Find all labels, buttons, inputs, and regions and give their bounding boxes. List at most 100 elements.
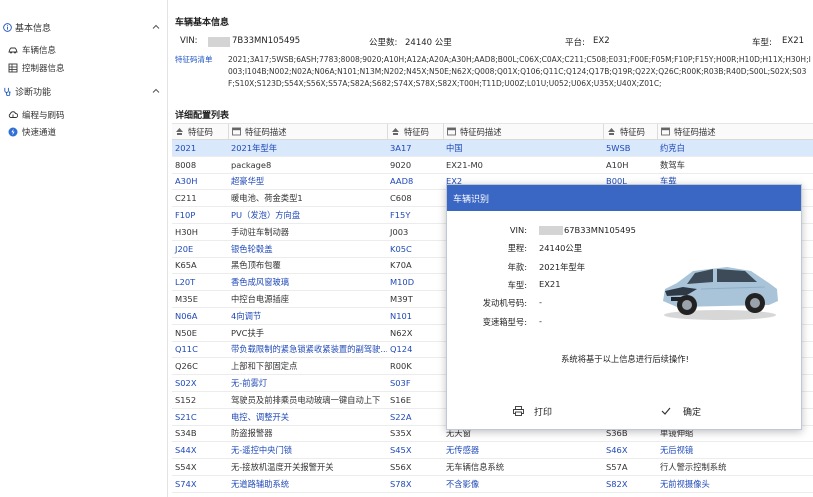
feature-code-cell: N50E (175, 327, 198, 338)
config-table-title: 详细配置列表 (175, 111, 230, 121)
stethoscope-icon (4, 87, 11, 96)
col-header-desc[interactable]: 特征码描述 (657, 124, 813, 139)
dialog-vin-value: 67B33MN105495 (564, 225, 636, 235)
sidebar-section-diagnostics[interactable]: 诊断功能 (0, 82, 168, 100)
feature-desc-cell: EX21-M0 (446, 159, 483, 170)
feature-code-cell: S35X (390, 428, 412, 439)
sidebar-section-label: 基本信息 (15, 23, 52, 34)
table-row[interactable]: S44X 无-遥控中央门锁 S45X 无传感器 S46X 无后视镜 (172, 442, 813, 460)
mileage-value: 24140 公里 (405, 38, 452, 48)
checkmark-icon (661, 407, 671, 415)
feature-desc-cell: 银色轮毂盖 (231, 243, 273, 254)
printer-icon (513, 406, 524, 416)
feature-code-cell: S22A (390, 411, 412, 422)
feature-desc-cell: 香色成风窗玻璃 (231, 277, 290, 288)
feature-desc-cell: 无前视摄像头 (660, 478, 710, 489)
feature-desc-cell: package8 (231, 159, 272, 170)
dialog-year-label: 年款: (507, 262, 527, 272)
vin-value: 7B33MN105495 (232, 36, 301, 46)
dialog-message: 系统将基于以上信息进行后续操作! (561, 354, 689, 364)
feature-desc-cell: 上部和下部固定点 (231, 361, 298, 372)
chevron-up-icon[interactable] (152, 87, 160, 95)
model-label: 车型: (752, 38, 772, 48)
feature-code-cell: K70A (390, 260, 412, 271)
col-header-code[interactable]: 特征码 (172, 124, 228, 139)
feature-code-cell: S57A (606, 462, 628, 473)
sidebar-item-label: 编程与刷码 (22, 111, 65, 121)
feature-code-cell: S74X (175, 478, 197, 489)
sidebar-item-quick-access[interactable]: 快速通道 (0, 124, 168, 140)
feature-code-cell: S46X (606, 445, 628, 456)
feature-desc-cell: 无-遥控中央门锁 (231, 445, 293, 456)
feature-code-list-label: 特征码清单 (175, 55, 213, 64)
feature-desc-cell: 中控台电源插座 (231, 294, 290, 305)
dialog-vin-redacted (539, 226, 563, 235)
feature-code-cell: C608 (390, 193, 412, 204)
feature-code-cell: S45X (390, 445, 412, 456)
dialog-footer: 打印 确定 (447, 393, 803, 429)
vehicle-identification-dialog: 车辆识别 VIN: 67B33MN105495 里程: 24140公里 年款: … (446, 184, 802, 430)
vehicle-info-title: 车辆基本信息 (175, 18, 230, 28)
sidebar-item-programming[interactable]: 编程与刷码 (0, 107, 168, 123)
feature-desc-cell: 行人警示控制系统 (660, 462, 727, 473)
col-header-code[interactable]: 特征码 (387, 124, 443, 139)
sort-icon (392, 128, 399, 135)
table-row[interactable]: 2021 2021年型年 3A17 中国 5WSB 约克白 (172, 140, 813, 157)
feature-code-cell: Q124 (390, 344, 413, 355)
confirm-label: 确定 (683, 407, 702, 418)
feature-code-cell: A10H (606, 159, 629, 170)
dialog-year-value: 2021年型年 (539, 262, 586, 272)
info-icon (3, 22, 12, 32)
sort-icon (176, 128, 183, 135)
feature-code-cell: K65A (175, 260, 197, 271)
feature-code-cell: S03F (390, 378, 411, 389)
feature-code-cell: S16E (390, 394, 412, 405)
vin-label: VIN: (180, 36, 198, 46)
feature-code-cell: H30H (175, 226, 199, 237)
feature-desc-cell: 无传感器 (446, 445, 480, 456)
feature-desc-cell: PU（发泡）方向盘 (231, 210, 301, 221)
table-col-icon (447, 127, 456, 136)
feature-code-cell: S44X (175, 445, 197, 456)
feature-code-cell: F15Y (390, 210, 411, 221)
feature-code-cell: F10P (175, 210, 196, 221)
feature-desc-cell: PVC扶手 (231, 327, 265, 338)
table-row[interactable]: S54X 无-接放机温度开关报警开关 S56X 无车辆信息系统 S57A 行人警示控制系统 (172, 459, 813, 476)
print-label: 打印 (534, 407, 553, 418)
sidebar-section-basic-info[interactable]: 基本信息 (0, 18, 168, 36)
feature-desc-cell: 无后视镜 (660, 445, 694, 456)
feature-code-cell: C211 (175, 193, 197, 204)
col-header-desc[interactable]: 特征码描述 (443, 124, 603, 139)
sidebar-item-vehicle-info[interactable]: 车辆信息 (0, 42, 168, 58)
sidebar-item-label: 快速通道 (22, 128, 57, 138)
dialog-engine-value: - (539, 297, 542, 307)
col-header-desc[interactable]: 特征码描述 (228, 124, 387, 139)
feature-code-cell: M39T (390, 294, 413, 305)
dialog-mileage-value: 24140公里 (539, 243, 582, 253)
feature-code-cell: 2021 (175, 142, 197, 153)
feature-code-cell: S21C (175, 411, 197, 422)
confirm-button[interactable]: 确定 (661, 405, 701, 418)
feature-code-cell: M10D (390, 277, 415, 288)
print-button[interactable]: 打印 (513, 405, 552, 418)
table-row[interactable]: S74X 无道路辅助系统 S78X 不含影像 S82X 无前视摄像头 (172, 476, 813, 493)
sidebar-item-controller-info[interactable]: 控制器信息 (0, 60, 168, 76)
feature-code-cell: S82X (606, 478, 628, 489)
chevron-up-icon[interactable] (152, 23, 160, 31)
col-header-code[interactable]: 特征码 (603, 124, 657, 139)
table-row[interactable]: 8008 package8 9020 EX21-M0 A10H 数驾车 (172, 157, 813, 174)
feature-desc-cell: 带负载限制的紧急锁紧收紧装置的副驾驶... (231, 344, 387, 355)
table-header: 特征码 特征码描述 特征码 特征码描述 特征码 特征码描述 (172, 123, 813, 140)
feature-code-cell: 8008 (175, 159, 197, 170)
feature-desc-cell: 手动驻车制动器 (231, 226, 290, 237)
sidebar-section-label: 诊断功能 (15, 87, 52, 98)
feature-desc-cell: 4向调节 (231, 310, 262, 321)
feature-code-cell: S56X (390, 462, 412, 473)
feature-code-cell: R00K (390, 361, 412, 372)
model-value: EX21 (782, 36, 805, 46)
vin-redacted (208, 37, 230, 47)
feature-code-cell: J003 (390, 226, 409, 237)
feature-code-cell: K05C (390, 243, 412, 254)
table-col-icon (232, 127, 241, 136)
cloud-upload-icon (8, 111, 18, 118)
